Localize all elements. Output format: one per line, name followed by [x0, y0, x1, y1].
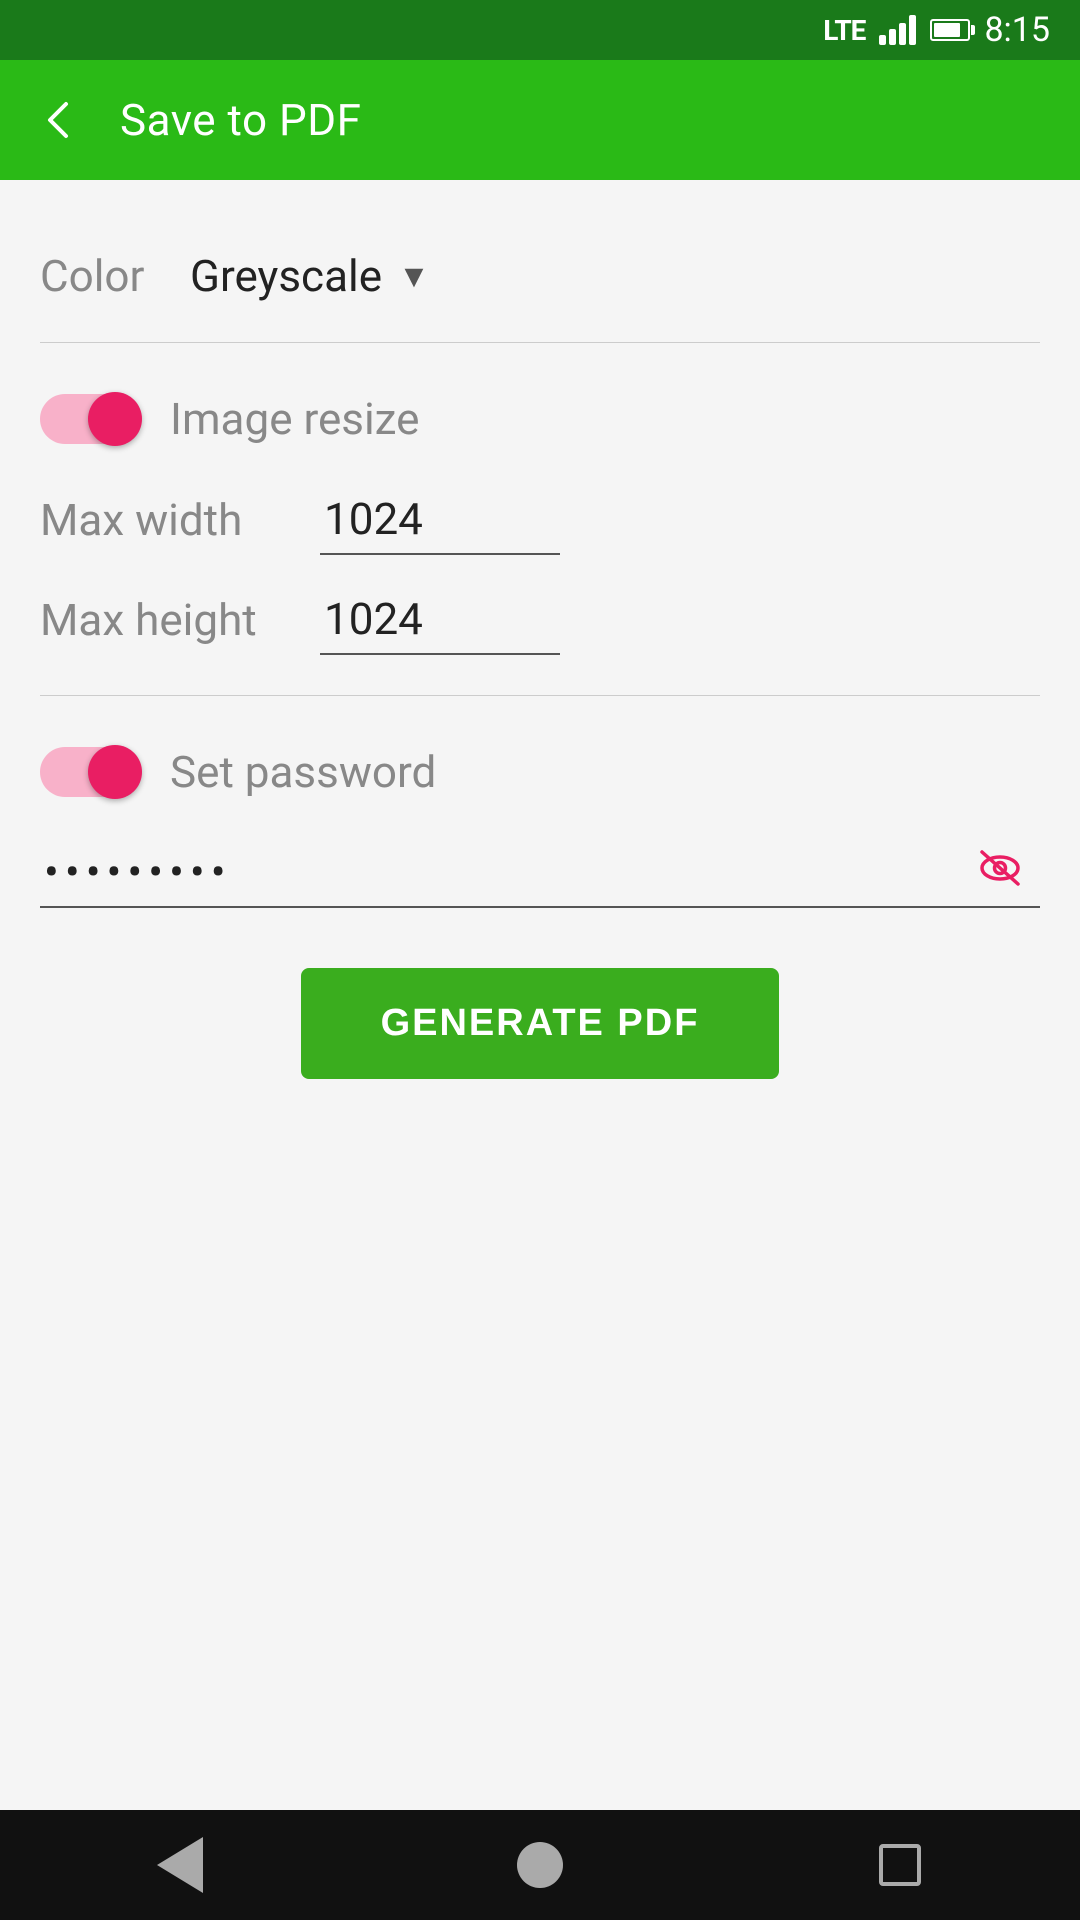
battery-icon	[930, 19, 970, 41]
chevron-down-icon: ▼	[398, 257, 430, 295]
generate-pdf-button[interactable]: GENERATE PDF	[301, 968, 780, 1079]
eye-slash-icon	[974, 842, 1026, 894]
divider-1	[40, 342, 1040, 343]
nav-home-button[interactable]	[505, 1830, 575, 1900]
nav-back-button[interactable]	[145, 1830, 215, 1900]
signal-icon	[879, 15, 916, 45]
password-input[interactable]	[40, 838, 1040, 908]
max-width-label: Max width	[40, 494, 300, 546]
set-password-row: Set password	[40, 726, 1040, 818]
color-value: Greyscale	[190, 250, 382, 302]
nav-bar	[0, 1810, 1080, 1920]
max-height-row: Max height	[40, 565, 1040, 665]
status-bar: LTE 8:15	[0, 0, 1080, 60]
lte-icon: LTE	[823, 14, 865, 47]
color-label: Color	[40, 250, 170, 302]
back-arrow-icon	[36, 96, 84, 144]
max-width-input[interactable]	[320, 485, 560, 555]
nav-recents-button[interactable]	[865, 1830, 935, 1900]
status-icons: LTE 8:15	[823, 10, 1050, 50]
image-resize-row: Image resize	[40, 373, 1040, 465]
divider-2	[40, 695, 1040, 696]
time-display: 8:15	[984, 10, 1050, 50]
nav-home-icon	[517, 1842, 563, 1888]
nav-back-icon	[157, 1837, 203, 1893]
max-width-row: Max width	[40, 465, 1040, 565]
set-password-toggle[interactable]	[40, 747, 140, 797]
content-area: Color Greyscale ▼ Image resize Max width…	[0, 180, 1080, 1810]
app-bar: Save to PDF	[0, 60, 1080, 180]
max-height-input[interactable]	[320, 585, 560, 655]
page-title: Save to PDF	[120, 94, 361, 146]
max-height-label: Max height	[40, 594, 300, 646]
back-button[interactable]	[30, 90, 90, 150]
image-resize-label: Image resize	[170, 393, 420, 445]
set-password-label: Set password	[170, 746, 436, 798]
color-row: Color Greyscale ▼	[40, 220, 1040, 312]
color-dropdown[interactable]: Greyscale ▼	[190, 250, 430, 302]
hide-password-button[interactable]	[970, 838, 1030, 898]
nav-recents-icon	[879, 1844, 921, 1886]
password-row	[40, 818, 1040, 918]
image-resize-toggle[interactable]	[40, 394, 140, 444]
